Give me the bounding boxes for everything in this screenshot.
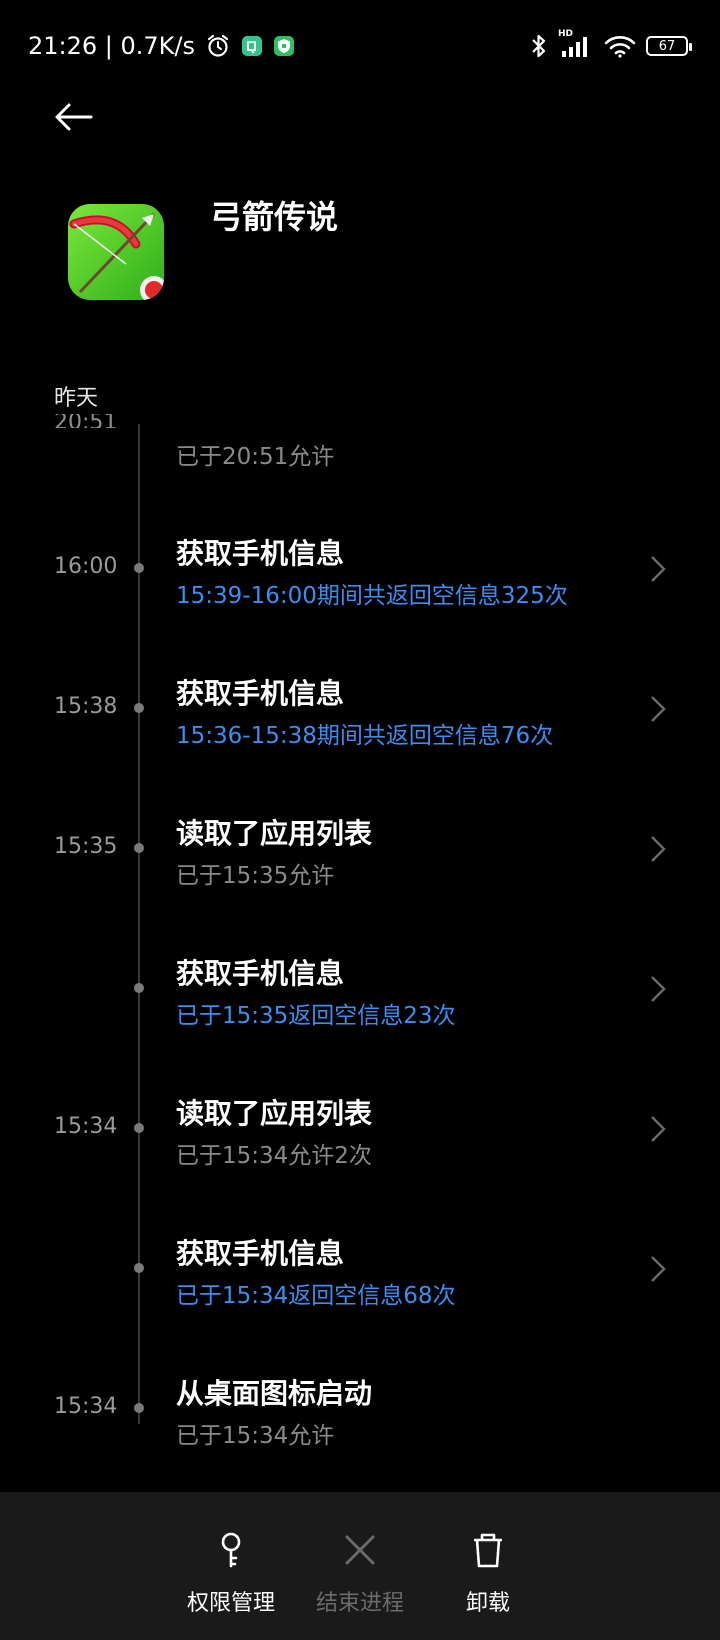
entry-title: 获取手机信息 [176,1237,345,1270]
entry-subtitle: 15:39-16:00期间共返回空信息325次 [176,583,568,609]
network-badge: HD [558,29,574,39]
alarm-icon [205,33,231,59]
entry-subtitle: 已于15:35允许 [176,863,335,889]
entry-title: 获取手机信息 [176,957,345,990]
entry-subtitle: 已于15:34返回空信息68次 [176,1283,456,1309]
key-icon [211,1530,251,1570]
entry-subtitle: 已于15:34允许 [176,1423,335,1449]
entry-time: 15:35 [54,834,118,859]
app-name: 弓箭传说 [210,198,339,236]
timeline-entry[interactable]: 15:35 读取了应用列表 已于15:35允许 [0,800,720,900]
network-speed: 0.7K/s [120,32,196,60]
timeline-entry[interactable]: 16:00 获取手机信息 15:39-16:00期间共返回空信息325次 [0,520,720,620]
status-bar: 21:26 | 0.7K/s HD 67 [0,0,720,90]
timeline-dot [134,563,144,573]
status-separator: | [97,32,121,60]
timeline-entry[interactable]: 获取手机信息 已于15:35返回空信息23次 [0,940,720,1040]
uninstall-button[interactable]: 卸载 [428,1492,548,1640]
entry-title: 从桌面图标启动 [176,1377,373,1410]
signal-icon: HD [558,29,594,59]
timeline-dot [134,843,144,853]
cut-entry-time: 20:51 [54,414,118,428]
entry-time: 15:34 [54,1114,118,1139]
close-icon [340,1530,380,1570]
chevron-right-icon [648,974,668,1004]
timeline-entry[interactable]: 15:34 读取了应用列表 已于15:34允许2次 [0,1080,720,1180]
entry-title: 读取了应用列表 [176,817,373,850]
entry-subtitle: 已于15:34允许2次 [176,1143,372,1169]
timeline-entry[interactable]: 15:38 获取手机信息 15:36-15:38期间共返回空信息76次 [0,660,720,760]
cut-entry-subtitle: 已于20:51允许 [176,444,335,470]
uninstall-label: 卸载 [465,1591,510,1616]
battery-icon: 67 [646,36,692,56]
status-left: 21:26 | 0.7K/s [28,28,295,64]
timeline-dot [134,983,144,993]
entry-title: 读取了应用列表 [176,1097,373,1130]
chevron-right-icon [648,1254,668,1284]
arrow-left-icon [53,102,93,136]
app-notification-icon [241,35,263,57]
chevron-right-icon [648,1114,668,1144]
entry-subtitle: 15:36-15:38期间共返回空信息76次 [176,723,554,749]
status-time: 21:26 [28,32,98,60]
end-process-label: 结束进程 [315,1591,404,1616]
entry-time: 15:34 [54,1394,118,1419]
entry-time: 16:00 [54,554,118,579]
section-label-yesterday: 昨天 [54,386,99,411]
permission-management-button[interactable]: 权限管理 [171,1492,291,1640]
status-right: HD 67 [520,28,692,64]
chevron-right-icon [648,694,668,724]
trash-icon [468,1530,508,1570]
timeline-entry[interactable]: 获取手机信息 已于15:34返回空信息68次 [0,1220,720,1320]
entry-subtitle: 已于15:35返回空信息23次 [176,1003,456,1029]
timeline-dot [134,1123,144,1133]
timeline-dot [134,1403,144,1413]
entry-time: 15:38 [54,694,118,719]
permission-management-label: 权限管理 [186,1591,275,1616]
entry-title: 获取手机信息 [176,677,345,710]
chevron-right-icon [648,554,668,584]
entry-title: 获取手机信息 [176,537,345,570]
back-button[interactable] [48,94,98,144]
chevron-right-icon [648,834,668,864]
end-process-button[interactable]: 结束进程 [300,1492,420,1640]
timeline-entry[interactable]: 15:34 从桌面图标启动 已于15:34允许 [0,1360,720,1460]
bluetooth-icon [530,33,548,59]
timeline-dot [134,1263,144,1273]
app-icon [68,204,164,300]
security-notification-icon [273,35,295,57]
bottom-action-bar: 权限管理 结束进程 卸载 [0,1492,720,1640]
wifi-icon [604,33,636,59]
battery-level: 67 [646,36,692,56]
timeline-dot [134,703,144,713]
